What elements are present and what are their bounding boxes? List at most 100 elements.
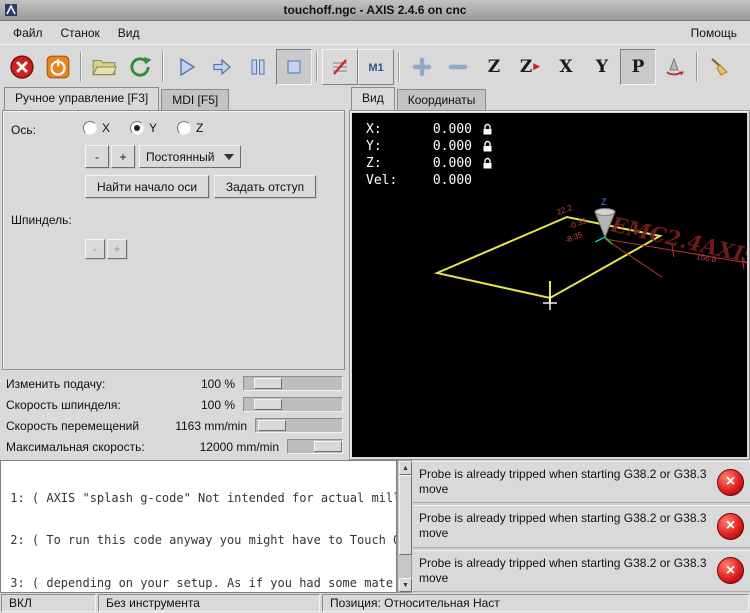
dimension-label: 22.2 [556, 203, 574, 217]
axis-label: Ось: [11, 123, 36, 137]
axis-radio-y-label: Y [149, 121, 158, 135]
preview-tabs: Вид Координаты [351, 87, 488, 110]
dro-readout: X: 0.000 Y: 0.000 Z: 0.000 Vel: 0.000 [366, 121, 493, 189]
menu-view[interactable]: Вид [109, 23, 149, 43]
engraving-text: EMC2.4AXIS [608, 211, 747, 269]
spindle-override-label: Скорость шпинделя: [6, 397, 121, 412]
jog-plus-button[interactable]: + [111, 145, 135, 168]
axis-radio-z-label: Z [196, 121, 204, 135]
tab-manual-control[interactable]: Ручное управление [F3] [4, 87, 160, 110]
jog-minus-button[interactable]: - [85, 145, 109, 168]
window-icon[interactable] [4, 3, 18, 17]
scroll-up-arrow[interactable]: ▲ [399, 461, 412, 475]
status-tool: Без инструмента [98, 594, 320, 612]
reload-file-button[interactable] [122, 49, 158, 85]
spindle-override-slider[interactable] [243, 397, 343, 412]
scroll-down-arrow[interactable]: ▼ [399, 578, 412, 592]
tab-mdi[interactable]: MDI [F5] [161, 89, 230, 110]
rotate-view-button[interactable] [656, 49, 692, 85]
zoom-out-button[interactable] [440, 49, 476, 85]
jog-speed-row: Скорость перемещений 1163 mm/min [0, 415, 347, 436]
slider-handle[interactable] [258, 420, 286, 431]
toolbar-separator [398, 51, 400, 82]
view-top-rotated-letter: Z [519, 56, 533, 77]
tab-dro[interactable]: Координаты [396, 89, 487, 110]
axis-radio-y[interactable]: Y [130, 121, 157, 135]
stop-button[interactable] [276, 48, 312, 85]
axis-radio-x-label: X [102, 121, 111, 135]
estop-button[interactable] [4, 49, 40, 85]
notification-close-button[interactable]: × [717, 512, 744, 540]
gcode-scrollbar[interactable]: ▲ ▼ [397, 460, 412, 593]
notification-text: Probe is already tripped when starting G… [419, 467, 707, 497]
tab-preview[interactable]: Вид [351, 87, 395, 110]
lock-icon [483, 157, 492, 169]
broom-icon [711, 57, 728, 76]
zoom-in-icon [412, 57, 432, 76]
view-perspective-button[interactable]: P [620, 48, 656, 85]
dro-z-label: Z: [366, 156, 382, 171]
preview-frame: EMC2.4AXIS 22.2 -0.35 -8.35 156.8 Z X: 0… [349, 110, 750, 460]
jog-speed-label: Скорость перемещений [6, 418, 140, 433]
feed-override-slider[interactable] [243, 376, 343, 391]
jog-speed-slider[interactable] [255, 418, 343, 433]
menu-file[interactable]: Файл [4, 23, 52, 43]
spindle-plus-button[interactable]: + [107, 239, 127, 259]
lock-icon [483, 123, 492, 135]
home-axis-button[interactable]: Найти начало оси [85, 175, 209, 198]
step-arrow-icon [213, 58, 231, 75]
clear-backplot-button[interactable] [702, 49, 738, 85]
view-side-letter: X [559, 56, 573, 77]
slider-handle[interactable] [254, 399, 282, 410]
override-sliders: Изменить подачу: 100 % Скорость шпинделя… [0, 373, 347, 457]
view-perspective-letter: P [631, 56, 645, 77]
dimension-label: -8.35 [564, 230, 585, 245]
run-program-button[interactable] [168, 49, 204, 85]
control-tabs: Ручное управление [F3] MDI [F5] [4, 87, 231, 110]
view-top-rotated-button[interactable]: Z ▶ [512, 49, 548, 85]
menu-machine[interactable]: Станок [52, 23, 109, 43]
view-front-letter: Y [595, 56, 609, 77]
dro-row-vel: Vel: 0.000 [366, 172, 493, 189]
view-top-button[interactable]: Z [476, 49, 512, 85]
spindle-label: Шпиндель: [11, 213, 72, 227]
machine-origin-axes [594, 236, 613, 245]
gcode-listing[interactable]: 1:( AXIS "splash g-code" Not intended fo… [0, 460, 397, 593]
jog-mode-select[interactable]: Постоянный [139, 145, 241, 168]
preview-panel: Вид Координаты EMC2.4AXIS 22.2 -0.35 -8.… [347, 87, 750, 460]
axis-radio-x[interactable]: X [83, 121, 110, 135]
machine-power-button[interactable] [40, 49, 76, 85]
spindle-override-row: Скорость шпинделя: 100 % [0, 394, 347, 415]
max-velocity-label: Максимальная скорость: [6, 439, 145, 454]
open-file-button[interactable] [86, 49, 122, 85]
toggle-optional-stop-button[interactable]: M1 [358, 48, 394, 85]
titlebar[interactable]: touchoff.ngc - AXIS 2.4.6 on cnc [0, 0, 750, 21]
notification-text: Probe is already tripped when starting G… [419, 555, 707, 585]
step-button[interactable] [204, 49, 240, 85]
radio-indicator [83, 121, 97, 135]
bottom-zone: 1:( AXIS "splash g-code" Not intended fo… [0, 460, 750, 593]
notification-close-button[interactable]: × [717, 557, 744, 585]
main-area: Ручное управление [F3] MDI [F5] Ось: X Y [0, 87, 750, 460]
backplot-canvas[interactable]: EMC2.4AXIS 22.2 -0.35 -8.35 156.8 Z X: 0… [352, 113, 747, 457]
dro-x-value: 0.000 [432, 122, 472, 137]
view-side-button[interactable]: X [548, 49, 584, 85]
slider-handle[interactable] [314, 441, 342, 452]
pause-button[interactable] [240, 49, 276, 85]
dro-y-label: Y: [366, 139, 382, 154]
menu-help[interactable]: Помощь [682, 23, 746, 43]
view-top-letter: Z [487, 56, 501, 77]
zoom-out-icon [448, 64, 468, 69]
view-front-button[interactable]: Y [584, 49, 620, 85]
zoom-in-button[interactable] [404, 49, 440, 85]
axis-window: touchoff.ngc - AXIS 2.4.6 on cnc Файл Ст… [0, 0, 750, 613]
axis-radio-z[interactable]: Z [177, 121, 203, 135]
scrollbar-thumb[interactable] [399, 475, 412, 555]
spindle-minus-button[interactable]: - [85, 239, 105, 259]
toggle-skip-lines-button[interactable] [322, 48, 358, 85]
notification-close-button[interactable]: × [717, 468, 744, 496]
max-velocity-slider[interactable] [287, 439, 343, 454]
slider-handle[interactable] [254, 378, 282, 389]
touch-off-button[interactable]: Задать отступ [214, 175, 316, 198]
max-velocity-value: 12000 mm/min [199, 439, 279, 454]
